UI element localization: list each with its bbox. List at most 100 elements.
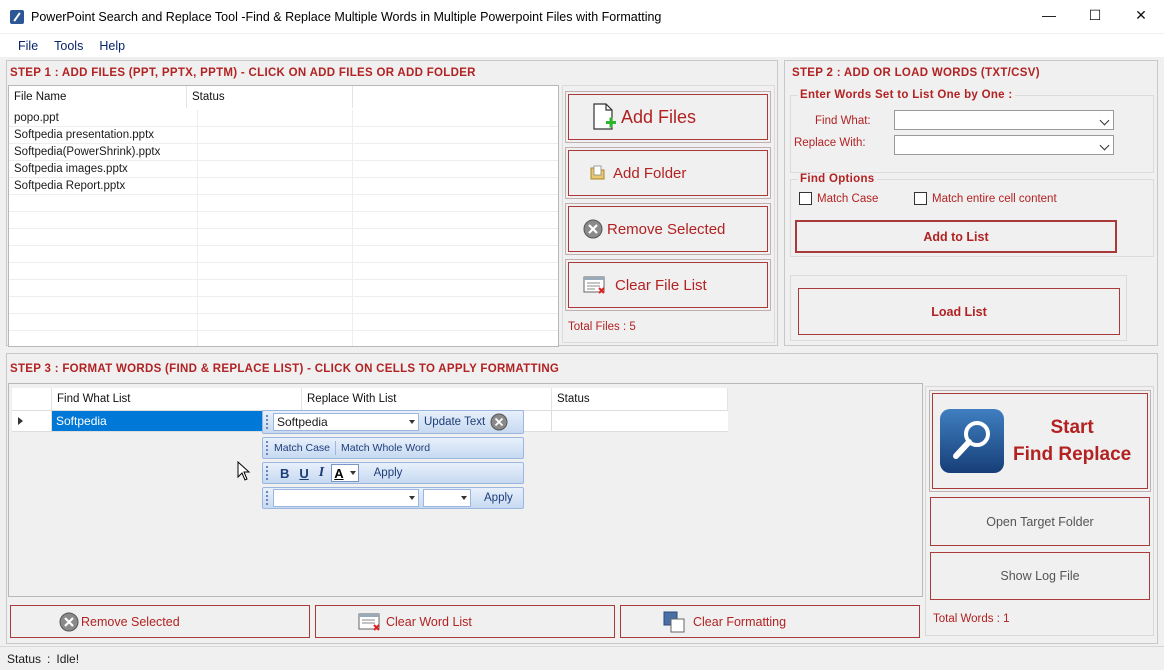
clear-word-list-label: Clear Word List — [386, 614, 472, 629]
empty-row — [9, 280, 558, 297]
popup-text-combo[interactable]: Softpedia — [273, 413, 419, 431]
clear-file-list-button[interactable]: Clear File List — [565, 259, 771, 311]
popup-match-case-button[interactable]: Match Case — [269, 442, 335, 454]
load-list-button[interactable]: Load List — [798, 288, 1120, 335]
empty-row — [9, 246, 558, 263]
file-list-grid[interactable]: File Name Status popo.ppt Softpedia pres… — [8, 85, 559, 347]
col-file-name[interactable]: File Name — [9, 86, 187, 108]
chevron-down-icon — [409, 420, 415, 424]
start-label-line2: Find Replace — [1013, 444, 1132, 465]
underline-button[interactable]: U — [294, 466, 313, 481]
chevron-down-icon — [349, 471, 356, 475]
toolbar-grip[interactable] — [266, 491, 269, 505]
start-find-replace-button[interactable]: Start Find Replace — [929, 390, 1151, 492]
total-files: Total Files : 5 — [568, 321, 636, 333]
add-to-list-button[interactable]: Add to List — [795, 220, 1117, 253]
add-file-icon — [593, 103, 616, 130]
match-entire-checkbox[interactable] — [914, 192, 927, 205]
font-size-combo[interactable] — [423, 489, 471, 507]
replace-with-label: Replace With: — [794, 137, 866, 149]
word-status-cell — [552, 411, 728, 431]
italic-button[interactable]: I — [314, 465, 329, 481]
menu-file[interactable]: File — [10, 39, 46, 53]
toolbar-grip[interactable] — [266, 466, 269, 480]
match-entire-label: Match entire cell content — [932, 193, 1057, 205]
toolbar-grip[interactable] — [266, 415, 269, 429]
remove-selected-words-button[interactable]: Remove Selected — [10, 605, 310, 638]
file-name-cell: Softpedia(PowerShrink).pptx — [9, 144, 198, 161]
menu-help[interactable]: Help — [91, 39, 133, 53]
table-row[interactable]: Softpedia(PowerShrink).pptx — [9, 144, 558, 161]
minimize-button[interactable]: — — [1026, 0, 1072, 30]
table-row[interactable]: Softpedia Report.pptx — [9, 178, 558, 195]
status-cell — [198, 161, 353, 178]
mouse-cursor-icon — [237, 461, 251, 481]
show-log-file-button[interactable]: Show Log File — [930, 552, 1150, 600]
find-what-cell[interactable]: Softpedia — [52, 411, 262, 431]
row-selector[interactable] — [12, 411, 52, 431]
popup-match-whole-word-button[interactable]: Match Whole Word — [336, 442, 435, 454]
empty-row — [9, 263, 558, 280]
font-color-button[interactable]: A — [331, 464, 359, 482]
font-name-combo[interactable] — [273, 489, 419, 507]
remove-selected-files-button[interactable]: Remove Selected — [565, 203, 771, 255]
window-title: PowerPoint Search and Replace Tool -Find… — [31, 9, 662, 24]
step2-panel: STEP 2 : ADD OR LOAD WORDS (TXT/CSV) Ent… — [784, 60, 1158, 346]
find-what-combo[interactable] — [894, 110, 1114, 130]
word-grid-header: Find What List Replace With List Status — [12, 388, 728, 410]
clear-file-list-label: Clear File List — [615, 276, 707, 294]
total-words: Total Words : 1 — [933, 613, 1010, 625]
font-color-glyph: A — [334, 465, 344, 481]
empty-row — [9, 212, 558, 229]
file-grid-header: File Name Status — [9, 86, 558, 108]
start-label-line1: Start — [1050, 417, 1094, 438]
chevron-down-icon — [461, 496, 467, 500]
word-entry-group — [790, 95, 1154, 173]
table-row[interactable]: Softpedia presentation.pptx — [9, 127, 558, 144]
col-replace-with[interactable]: Replace With List — [302, 388, 552, 410]
close-button[interactable]: ✕ — [1118, 0, 1164, 30]
chevron-down-icon — [1099, 140, 1110, 151]
status-value: Idle! — [56, 651, 80, 666]
step2-title: STEP 2 : ADD OR LOAD WORDS (TXT/CSV) — [792, 67, 1040, 79]
step3-panel: STEP 3 : FORMAT WORDS (FIND & REPLACE LI… — [6, 353, 1158, 644]
replace-with-combo[interactable] — [894, 135, 1114, 155]
match-case-checkbox[interactable] — [799, 192, 812, 205]
remove-icon — [59, 612, 79, 631]
col-status[interactable]: Status — [187, 86, 353, 108]
status-separator: : — [47, 651, 51, 666]
popup-match-row: Match Case Match Whole Word — [262, 437, 524, 459]
apply-font-button[interactable]: Apply — [479, 492, 518, 504]
app-icon — [10, 9, 24, 24]
col-find-what[interactable]: Find What List — [52, 388, 302, 410]
row-pointer-icon — [18, 417, 23, 425]
file-name-cell: Softpedia images.pptx — [9, 161, 198, 178]
find-options-title: Find Options — [798, 173, 877, 185]
clear-formatting-label: Clear Formatting — [693, 614, 787, 629]
clear-word-list-button[interactable]: Clear Word List — [315, 605, 615, 638]
popup-font-row: Apply — [262, 487, 524, 509]
menu-tools[interactable]: Tools — [46, 39, 91, 53]
empty-row — [9, 297, 558, 314]
add-folder-button[interactable]: Add Folder — [565, 147, 771, 199]
close-icon[interactable] — [490, 413, 508, 431]
search-icon — [940, 409, 1004, 473]
apply-style-button[interactable]: Apply — [369, 467, 408, 479]
empty-row — [9, 314, 558, 331]
clear-formatting-button[interactable]: Clear Formatting — [620, 605, 920, 638]
bold-button[interactable]: B — [275, 466, 294, 481]
open-target-folder-button[interactable]: Open Target Folder — [930, 497, 1150, 546]
col-word-status[interactable]: Status — [552, 388, 728, 410]
status-label: Status — [7, 651, 42, 666]
maximize-button[interactable]: ☐ — [1072, 0, 1118, 30]
add-files-button[interactable]: Add Files — [565, 91, 771, 143]
remove-selected-words-label: Remove Selected — [81, 614, 180, 629]
update-text-button[interactable]: Update Text — [419, 416, 490, 428]
status-cell — [198, 144, 353, 161]
folder-icon — [590, 165, 605, 180]
table-row[interactable]: Softpedia images.pptx — [9, 161, 558, 178]
table-row[interactable]: popo.ppt — [9, 110, 558, 127]
popup-text-row: Softpedia Update Text — [262, 410, 524, 434]
file-name-cell: Softpedia Report.pptx — [9, 178, 198, 195]
chevron-down-icon — [1099, 115, 1110, 126]
